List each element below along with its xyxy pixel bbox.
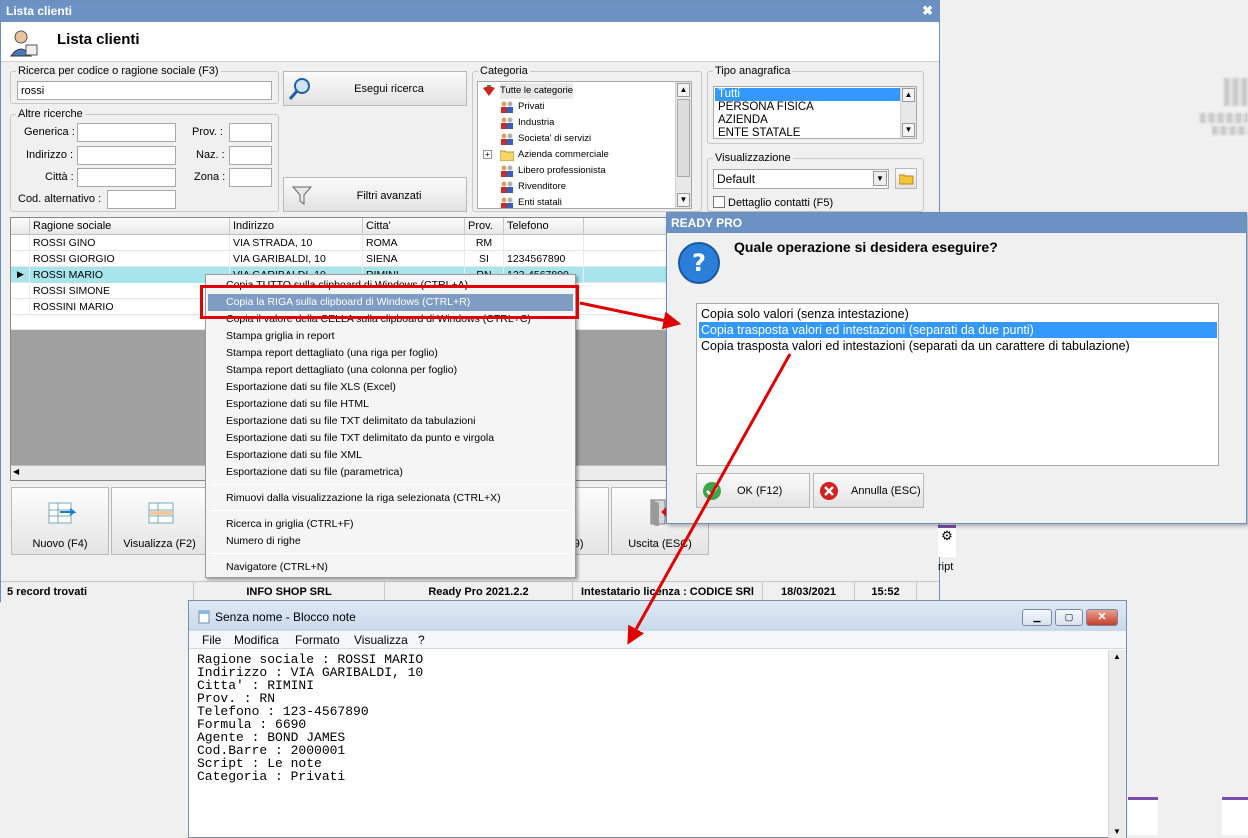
arrow-to-notepad [627, 353, 792, 645]
arrow-to-dialog [579, 301, 682, 330]
annotation-arrows [579, 301, 792, 645]
